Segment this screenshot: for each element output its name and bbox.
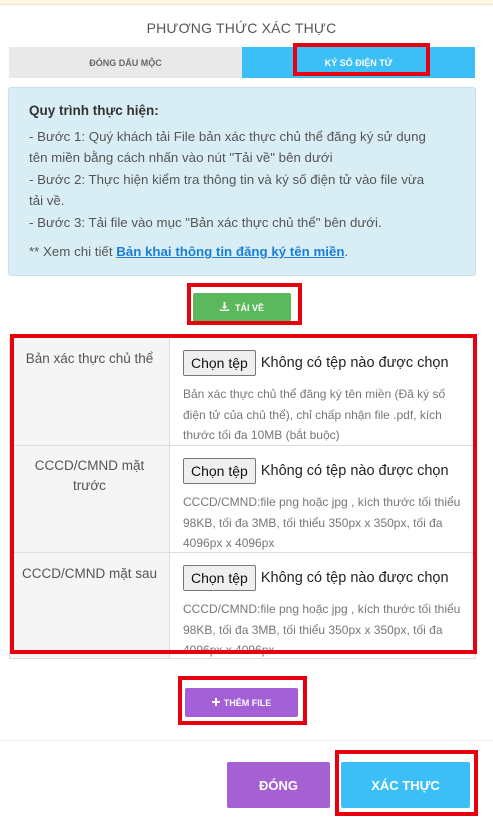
file-status: Không có tệp nào được chọn (260, 463, 449, 479)
file-picker: Chọn tệp Không có tệp nào được chọn (183, 458, 449, 484)
file-help-text: CCCD/CMND:file png hoặc jpg , kích thước… (183, 602, 461, 657)
upload-content: Chọn tệp Không có tệp nào được chọn Bản … (170, 338, 475, 445)
tab-digital-sign[interactable]: KÝ SỐ ĐIỆN TỬ (242, 47, 475, 78)
note-suffix: . (344, 244, 349, 259)
top-edge-strip (0, 0, 493, 5)
procedure-title: Quy trình thực hiện: (29, 103, 159, 118)
plus-icon (211, 697, 220, 708)
procedure-line: - Bước 2: Thực hiện kiểm tra thông tin v… (29, 171, 425, 187)
upload-label: CCCD/CMND mặt sau (10, 553, 170, 658)
download-button[interactable]: TẢI VỀ (193, 293, 291, 322)
add-file-button[interactable]: THÊM FILE (185, 688, 298, 717)
choose-file-button[interactable]: Chọn tệp (183, 350, 256, 376)
procedure-note: ** Xem chi tiết Bản khai thông tin đăng … (29, 241, 457, 263)
upload-table: Bản xác thực chủ thể Chọn tệp Không có t… (9, 337, 476, 659)
file-help-text: CCCD/CMND:file png hoặc jpg , kích thước… (183, 495, 461, 550)
upload-label: Bản xác thực chủ thể (10, 338, 170, 445)
procedure-line: tải về. (29, 193, 65, 208)
choose-file-button[interactable]: Chọn tệp (183, 458, 256, 484)
section-title: PHƯƠNG THỨC XÁC THỰC (146, 20, 337, 36)
procedure-info-box: Quy trình thực hiện: - Bước 1: Quý khách… (8, 87, 476, 276)
download-label: TẢI VỀ (234, 302, 264, 313)
file-picker: Chọn tệp Không có tệp nào được chọn (183, 565, 449, 591)
upload-content: Chọn tệp Không có tệp nào được chọn CCCD… (170, 446, 475, 552)
download-icon (219, 302, 229, 313)
tab-stamp[interactable]: ĐÓNG DẤU MỘC (9, 47, 242, 78)
procedure-line: tên miền bằng cách nhấn vào nút "Tải về"… (29, 150, 333, 165)
file-picker: Chọn tệp Không có tệp nào được chọn (183, 350, 449, 376)
procedure-line: - Bước 1: Quý khách tải File bản xác thự… (29, 128, 426, 144)
declaration-link[interactable]: Bản khai thông tin đăng ký tên miền (116, 244, 344, 259)
upload-content: Chọn tệp Không có tệp nào được chọn CCCD… (170, 553, 475, 658)
file-help-text: Bản xác thực chủ thể đăng ký tên miền (Đ… (183, 387, 446, 442)
method-tabs: ĐÓNG DẤU MỘC KÝ SỐ ĐIỆN TỬ (9, 47, 475, 78)
add-file-label: THÊM FILE (223, 697, 272, 708)
upload-row-id-back: CCCD/CMND mặt sau Chọn tệp Không có tệp … (10, 553, 475, 658)
procedure-line: - Bước 3: Tải file vào mục "Bản xác thực… (29, 214, 382, 230)
close-button[interactable]: ĐÓNG (227, 762, 330, 808)
upload-row-auth-document: Bản xác thực chủ thể Chọn tệp Không có t… (10, 338, 475, 446)
file-status: Không có tệp nào được chọn (260, 355, 449, 371)
upload-row-id-front: CCCD/CMND mặt trước Chọn tệp Không có tệ… (10, 446, 475, 553)
file-status: Không có tệp nào được chọn (260, 570, 449, 586)
note-prefix: ** Xem chi tiết (29, 244, 117, 259)
choose-file-button[interactable]: Chọn tệp (183, 565, 256, 591)
footer-divider (0, 740, 493, 741)
upload-label: CCCD/CMND mặt trước (10, 446, 170, 552)
verify-button[interactable]: XÁC THỰC (341, 762, 470, 808)
